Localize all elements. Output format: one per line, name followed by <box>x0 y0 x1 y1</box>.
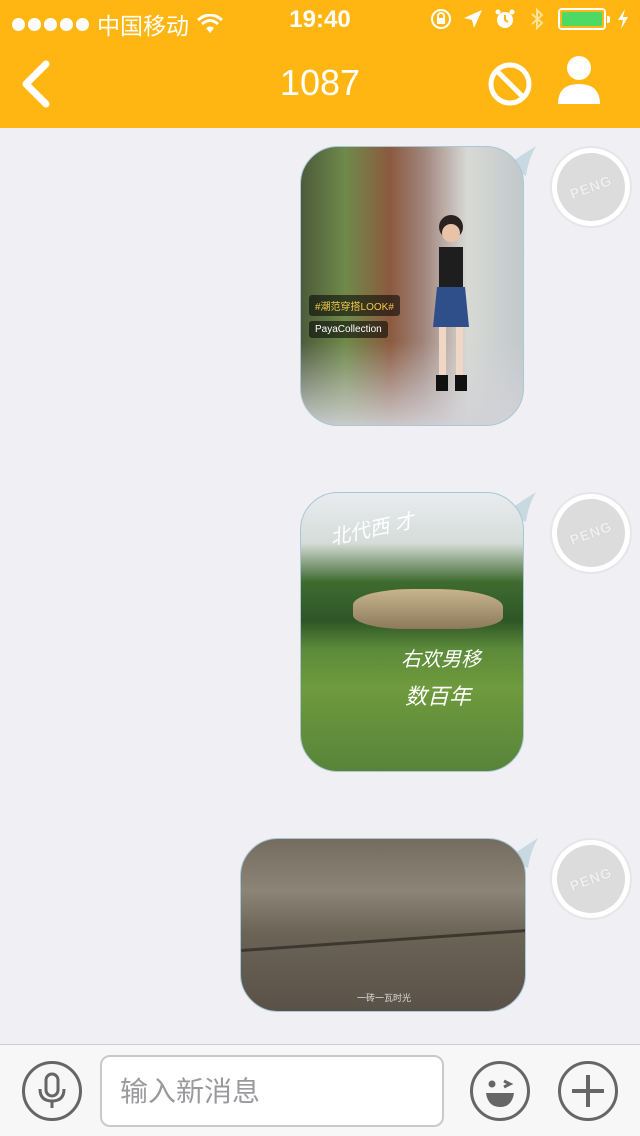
input-bar <box>0 1044 640 1136</box>
charging-icon <box>618 9 628 29</box>
avatar[interactable]: PENG <box>547 143 635 231</box>
person-icon[interactable] <box>556 54 602 106</box>
image-bubble[interactable]: 一砖一瓦时光 <box>240 838 540 1014</box>
microphone-icon[interactable] <box>22 1061 82 1121</box>
nav-bar: 1087 <box>0 40 640 128</box>
status-bar: 中国移动 19:40 <box>0 0 640 40</box>
photo-rock <box>353 589 503 629</box>
photo-figure <box>433 215 469 391</box>
conversation-title: 1087 <box>279 62 361 103</box>
image-bubble[interactable]: #潮范穿搭LOOK# PayaCollection <box>300 146 540 428</box>
photo-tag-brand: PayaCollection <box>309 321 388 338</box>
image-bubble[interactable]: 北代西 才 右欢男移 数百年 <box>300 492 540 774</box>
message-input[interactable] <box>100 1055 444 1127</box>
wink-face-icon[interactable] <box>470 1061 530 1121</box>
plus-icon[interactable] <box>558 1061 618 1121</box>
battery-icon <box>558 8 610 30</box>
signal-dots-icon <box>12 17 89 31</box>
rotation-lock-icon <box>431 9 451 29</box>
photo-street: #潮范穿搭LOOK# PayaCollection <box>300 146 524 426</box>
chevron-left-icon[interactable] <box>14 58 58 110</box>
wifi-icon <box>197 14 223 33</box>
bluetooth-icon <box>531 8 544 30</box>
painting-caption: 一砖一瓦时光 <box>356 993 411 1003</box>
message-row: 北代西 才 右欢男移 数百年 PENG <box>0 474 640 774</box>
photo-painting: 一砖一瓦时光 <box>240 838 526 1012</box>
photo-handwriting: 右欢男移 <box>401 649 481 671</box>
location-arrow-icon <box>464 10 482 28</box>
painting-rail <box>241 929 525 952</box>
message-row: #潮范穿搭LOOK# PayaCollection PENG <box>0 128 640 428</box>
block-icon[interactable] <box>486 60 534 108</box>
carrier-name: 中国移动 <box>97 13 189 39</box>
avatar-text: PENG <box>547 835 635 923</box>
photo-tag: #潮范穿搭LOOK# <box>309 295 400 316</box>
avatar-text: PENG <box>547 143 635 231</box>
chat-area[interactable]: #潮范穿搭LOOK# PayaCollection PENG 北代西 才 右欢男… <box>0 128 640 1044</box>
photo-park: 北代西 才 右欢男移 数百年 <box>300 492 524 772</box>
alarm-icon <box>495 9 515 28</box>
avatar[interactable]: PENG <box>547 835 635 923</box>
photo-handwriting: 北代西 才 <box>328 510 417 550</box>
message-row: 一砖一瓦时光 PENG <box>0 820 640 1020</box>
photo-handwriting: 数百年 <box>405 684 472 709</box>
avatar-text: PENG <box>547 489 635 577</box>
avatar[interactable]: PENG <box>547 489 635 577</box>
